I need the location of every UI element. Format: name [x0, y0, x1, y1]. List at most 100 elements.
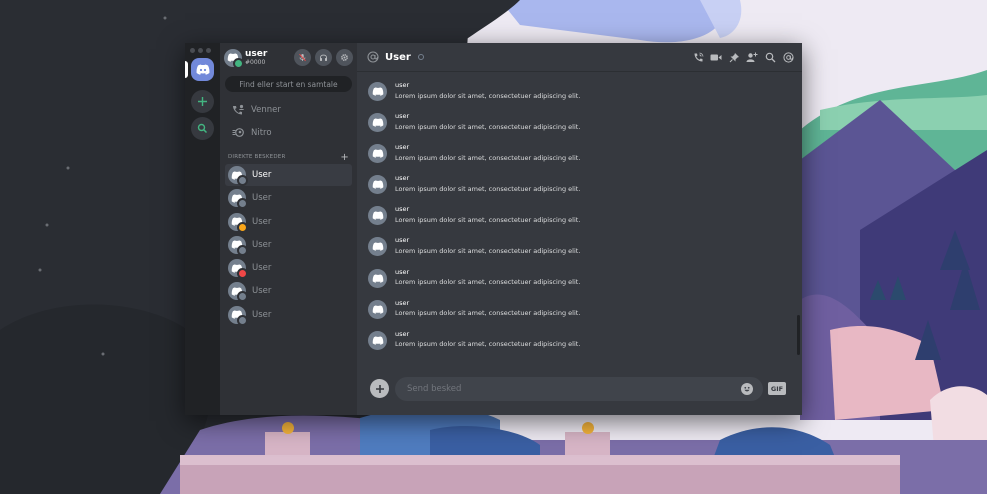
selected-indicator [185, 61, 188, 78]
chat-toolbar [692, 51, 802, 63]
message: user Lorem ipsum dolor sit amet, consecte… [368, 236, 802, 267]
pin-icon[interactable] [728, 51, 740, 63]
message-body: user Lorem ipsum dolor sit amet, consecte… [395, 112, 580, 130]
home-button[interactable] [191, 58, 214, 81]
at-icon [367, 51, 379, 63]
search-icon [197, 123, 208, 134]
avatar[interactable] [368, 206, 387, 226]
message: user Lorem ipsum dolor sit amet, consecte… [368, 81, 802, 112]
offline-status-icon [237, 175, 248, 186]
dnd-status-icon [237, 268, 248, 280]
avatar [228, 259, 248, 280]
message-text: Lorem ipsum dolor sit amet, consectetuer… [395, 122, 581, 131]
offline-status-icon [237, 314, 248, 326]
avatar[interactable] [224, 48, 244, 69]
server-sidebar [185, 43, 220, 415]
dm-item[interactable]: User [225, 257, 352, 280]
window-maximize-button[interactable] [206, 48, 211, 53]
message: user Lorem ipsum dolor sit amet, consecte… [368, 205, 802, 236]
message-author[interactable]: user [395, 331, 580, 338]
explore-servers-button[interactable] [191, 117, 214, 140]
avatar [228, 212, 248, 233]
discord-logo-icon [196, 64, 209, 75]
message: user Lorem ipsum dolor sit amet, consecte… [368, 174, 802, 205]
dm-item[interactable]: User [225, 304, 352, 326]
microphone-muted-icon [299, 53, 306, 62]
avatar[interactable] [368, 113, 387, 133]
avatar[interactable] [368, 237, 387, 257]
plus-icon [198, 97, 207, 106]
message: user Lorem ipsum dolor sit amet, consecte… [368, 112, 802, 143]
dm-item[interactable]: User [225, 234, 352, 256]
dm-name: User [252, 263, 272, 274]
mention-icon[interactable] [782, 51, 794, 63]
settings-button[interactable] [336, 49, 353, 66]
headphones-icon [320, 54, 327, 61]
message-body: user Lorem ipsum dolor sit amet, consecte… [395, 174, 580, 192]
message-input-box [395, 376, 763, 401]
emoji-button[interactable] [741, 382, 753, 395]
discord-avatar-icon [372, 242, 384, 252]
nav-friends[interactable]: Venner [220, 98, 357, 121]
gif-button[interactable]: GIF [768, 382, 786, 395]
message-body: user Lorem ipsum dolor sit amet, consecte… [395, 236, 580, 254]
dm-item[interactable]: User [225, 187, 352, 210]
avatar[interactable] [368, 82, 387, 101]
attach-button[interactable] [370, 379, 389, 398]
message-author[interactable]: user [395, 113, 580, 120]
message-text: Lorem ipsum dolor sit amet, consectetuer… [395, 153, 581, 162]
nav-nitro-label: Nitro [251, 127, 272, 138]
conversation-search[interactable]: Find eller start en samtale [225, 76, 352, 92]
avatar[interactable] [368, 330, 387, 350]
message-author[interactable]: user [395, 82, 580, 89]
avatar[interactable] [368, 175, 387, 195]
window-controls [190, 48, 211, 53]
search-icon[interactable] [764, 51, 776, 63]
message-author[interactable]: user [395, 237, 580, 244]
message-author[interactable]: user [395, 144, 580, 151]
message-author[interactable]: user [395, 300, 580, 307]
add-server-button[interactable] [191, 90, 214, 113]
dm-section-header: DIREKTE BESKEDER + [220, 150, 357, 164]
discord-avatar-icon [372, 87, 384, 96]
online-status-icon [233, 57, 244, 69]
dm-item[interactable]: User [225, 211, 352, 233]
message-body: user Lorem ipsum dolor sit amet, consecte… [395, 330, 580, 348]
message: user Lorem ipsum dolor sit amet, consecte… [368, 143, 802, 174]
message-author[interactable]: user [395, 269, 580, 276]
nav-friends-label: Venner [251, 104, 281, 115]
mute-button[interactable] [294, 49, 311, 66]
message-author[interactable]: user [395, 175, 580, 182]
window-minimize-button[interactable] [198, 48, 203, 53]
message-author[interactable]: user [395, 206, 580, 213]
create-dm-button[interactable]: + [340, 152, 349, 163]
message-list[interactable]: user Lorem ipsum dolor sit amet, consecte… [357, 72, 802, 362]
message-text: Lorem ipsum dolor sit amet, consectetuer… [395, 246, 581, 255]
discord-avatar-icon [372, 118, 384, 127]
message: user Lorem ipsum dolor sit amet, consecte… [368, 330, 802, 361]
avatar[interactable] [368, 268, 387, 288]
chat-title: User [385, 51, 411, 63]
emoji-icon [744, 386, 750, 391]
add-friend-icon[interactable] [746, 51, 758, 63]
call-icon[interactable] [692, 51, 704, 63]
offline-status-icon [237, 291, 248, 303]
avatar[interactable] [368, 299, 387, 319]
avatar [228, 282, 248, 303]
chat-header: User [357, 43, 802, 72]
avatar [228, 235, 248, 256]
username: user [245, 48, 268, 59]
message-input[interactable] [407, 383, 741, 394]
video-icon[interactable] [710, 51, 722, 63]
discord-avatar-icon [372, 336, 384, 345]
scrollbar[interactable] [797, 315, 800, 355]
dm-item[interactable]: User [225, 164, 352, 186]
nav-nitro[interactable]: Nitro [220, 121, 357, 144]
window-close-button[interactable] [190, 48, 195, 53]
deafen-button[interactable] [315, 49, 332, 66]
dm-name: User [252, 193, 272, 204]
message-body: user Lorem ipsum dolor sit amet, consecte… [395, 299, 580, 317]
offline-status-icon [237, 198, 248, 210]
dm-item[interactable]: User [225, 280, 352, 303]
avatar[interactable] [368, 144, 387, 164]
